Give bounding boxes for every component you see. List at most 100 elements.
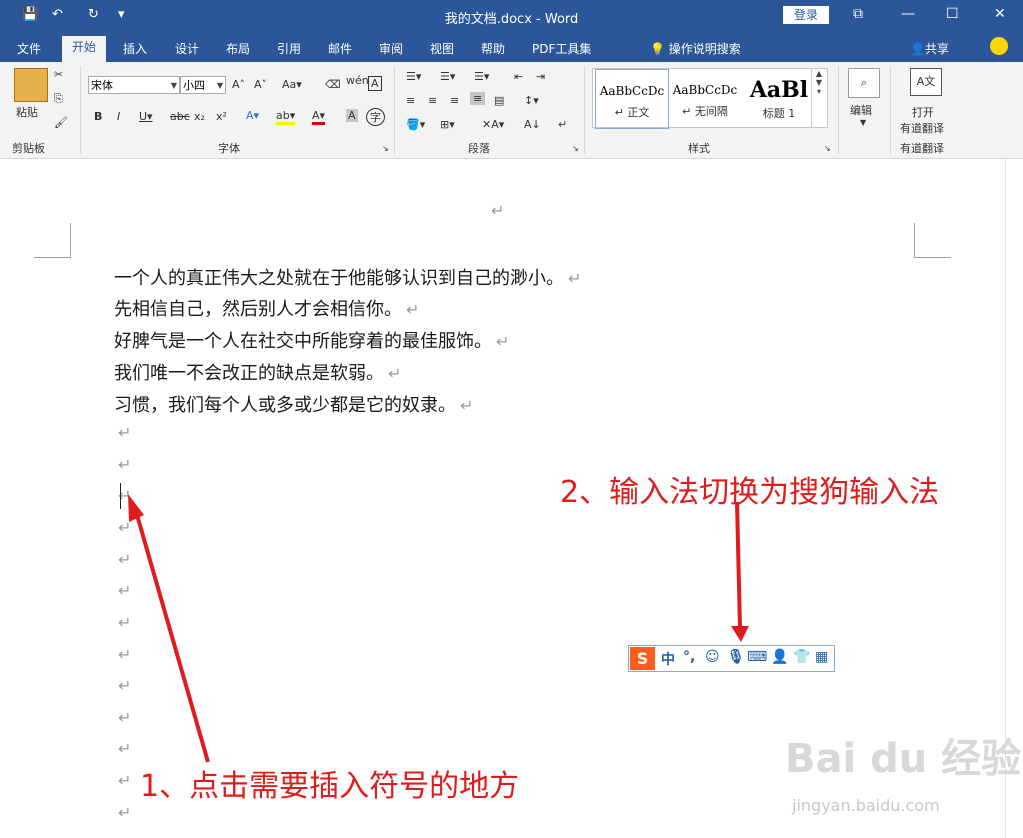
increase-indent-icon[interactable]: ⇥ [536,70,545,83]
tell-me-search[interactable]: 💡 操作说明搜索 [650,40,741,57]
character-shading-icon[interactable]: A [346,109,358,122]
open-youdao-button[interactable]: 打开 [912,104,934,120]
chinese-layout-icon[interactable]: ✕A▾ [482,118,504,131]
tab-references[interactable]: 引用 [277,40,301,57]
sogou-logo-icon[interactable]: S [630,647,655,670]
empty-paragraph-mark[interactable]: ↵ [118,708,131,727]
paste-icon[interactable] [14,68,48,102]
sogou-ime-toolbar[interactable]: S 中 °, ☺ 🎙 ⌨ 👤 👕 ▦ [628,645,835,672]
empty-paragraph-mark[interactable]: ↵ [118,613,131,632]
empty-paragraph-mark[interactable]: ↵ [118,423,131,442]
tab-insert[interactable]: 插入 [123,40,147,57]
empty-paragraph-mark[interactable]: ↵ [118,803,131,822]
text-effects-icon[interactable]: A▾ [246,109,259,122]
line-spacing-icon[interactable]: ↕▾ [524,94,539,107]
ribbon-display-options-icon[interactable]: ⧉ [853,6,863,22]
minimize-icon[interactable]: — [901,6,915,22]
styles-dialog-launcher-icon[interactable]: ↘ [824,144,831,153]
underline-icon[interactable]: U▾ [139,110,153,123]
document-line[interactable]: 一个人的真正伟大之处就在于他能够认识到自己的渺小。 ↵ [114,264,581,290]
share-button[interactable]: 👤共享 [910,40,949,57]
empty-paragraph-mark[interactable]: ↵ [118,645,131,664]
emoji-icon[interactable]: ☺ [705,649,720,665]
editing-button[interactable]: 编辑 [850,102,872,118]
empty-paragraph-mark[interactable]: ↵ [118,771,131,790]
youdao-translate-button[interactable]: 有道翻译 [900,120,944,136]
toolbox-icon[interactable]: ▦ [815,649,828,665]
shading-icon[interactable]: 🪣▾ [406,118,425,131]
document-line[interactable]: 先相信自己，然后别人才会相信你。 ↵ [114,295,419,321]
clear-formatting-icon[interactable]: ⌫ [325,78,341,91]
tab-review[interactable]: 审阅 [379,40,403,57]
phonetic-guide-icon[interactable]: wén [346,74,369,87]
grow-font-icon[interactable]: A˄ [232,78,245,91]
highlight-icon[interactable]: ab▾ [276,109,296,125]
close-icon[interactable]: ✕ [994,6,1006,22]
style-heading-1[interactable]: AaBl 标题 1 [743,69,815,127]
copy-icon[interactable]: ⎘ [54,92,63,106]
enclose-characters-icon[interactable]: 字 [366,108,385,126]
tab-layout[interactable]: 布局 [226,40,250,57]
shrink-font-icon[interactable]: A˅ [254,78,267,91]
empty-paragraph-mark[interactable]: ↵ [118,739,131,758]
microphone-icon[interactable]: 🎙 [727,649,745,665]
document-line[interactable]: 习惯，我们每个人或多或少都是它的奴隶。 ↵ [114,391,473,417]
styles-scroll[interactable]: ▲ ▼ ▾ [811,69,826,127]
tab-file[interactable]: 文件 [17,40,41,57]
format-painter-icon[interactable]: 🖌 [54,116,68,129]
borders-icon[interactable]: ⊞▾ [440,118,455,131]
ime-mode-toggle[interactable]: 中 [661,649,675,669]
empty-paragraph-mark[interactable]: ↵ [118,518,131,537]
tab-pdf-tools[interactable]: PDF工具集 [532,40,591,57]
character-border-icon[interactable]: A [368,76,382,91]
justify-icon[interactable]: ≡ [470,92,486,105]
bold-icon[interactable]: B [94,110,102,123]
strikethrough-icon[interactable]: abc [170,110,190,123]
tab-mailings[interactable]: 邮件 [328,40,352,57]
change-case-icon[interactable]: Aa▾ [282,78,302,91]
ime-punctuation-toggle[interactable]: °, [683,649,695,665]
paragraph-dialog-launcher-icon[interactable]: ↘ [572,144,579,153]
sort-icon[interactable]: A↓ [524,118,541,131]
superscript-icon[interactable]: x² [216,110,227,123]
style-no-spacing[interactable]: AaBbCcDc ↵ 无间隔 [669,69,741,127]
skin-icon[interactable]: 👕 [793,649,810,665]
decrease-indent-icon[interactable]: ⇤ [514,70,523,83]
font-dialog-launcher-icon[interactable]: ↘ [382,144,389,153]
document-line[interactable]: 我们唯一不会改正的缺点是软弱。 ↵ [114,359,401,385]
style-normal[interactable]: AaBbCcDc ↵ 正文 [595,69,669,129]
chevron-down-icon: ▼ [216,81,223,90]
tab-help[interactable]: 帮助 [481,40,505,57]
show-marks-icon[interactable]: ↵ [558,118,567,131]
distributed-icon[interactable]: ▤ [494,94,504,107]
font-color-icon[interactable]: A▾ [312,109,326,125]
italic-icon[interactable]: I [117,110,120,123]
tab-design[interactable]: 设计 [175,40,199,57]
empty-paragraph-mark[interactable]: ↵ [118,455,131,474]
empty-paragraph-mark[interactable]: ↵ [118,581,131,600]
find-icon[interactable]: ⌕ [848,68,880,98]
maximize-icon[interactable]: ☐ [946,6,959,22]
bullets-icon[interactable]: ☰▾ [406,70,421,83]
feedback-smiley-icon[interactable] [990,37,1008,55]
subscript-icon[interactable]: x₂ [194,110,205,123]
font-size-combo[interactable]: 小四 ▼ [180,76,226,94]
keyboard-icon[interactable]: ⌨ [747,649,767,665]
cut-icon[interactable]: ✂ [54,68,63,81]
align-right-icon[interactable]: ≡ [450,94,459,107]
tab-view[interactable]: 视图 [430,40,454,57]
paste-button[interactable]: 粘贴 [16,104,38,120]
document-line[interactable]: 好脾气是一个人在社交中所能穿着的最佳服饰。 ↵ [114,327,509,353]
align-center-icon[interactable]: ≡ [428,94,437,107]
user-icon[interactable]: 👤 [771,649,788,665]
login-button[interactable]: 登录 [783,6,829,24]
empty-paragraph-mark[interactable]: ↵ [118,550,131,569]
paragraph-mark: ↵ [568,269,582,288]
numbering-icon[interactable]: ☰▾ [440,70,455,83]
align-left-icon[interactable]: ≡ [406,94,415,107]
tab-home[interactable]: 开始 [62,36,107,62]
multilevel-list-icon[interactable]: ☰▾ [474,70,489,83]
empty-paragraph-mark[interactable]: ↵ [118,676,131,695]
font-name-combo[interactable]: 宋体 ▼ [88,76,180,94]
translate-icon[interactable]: A文 [910,68,942,96]
